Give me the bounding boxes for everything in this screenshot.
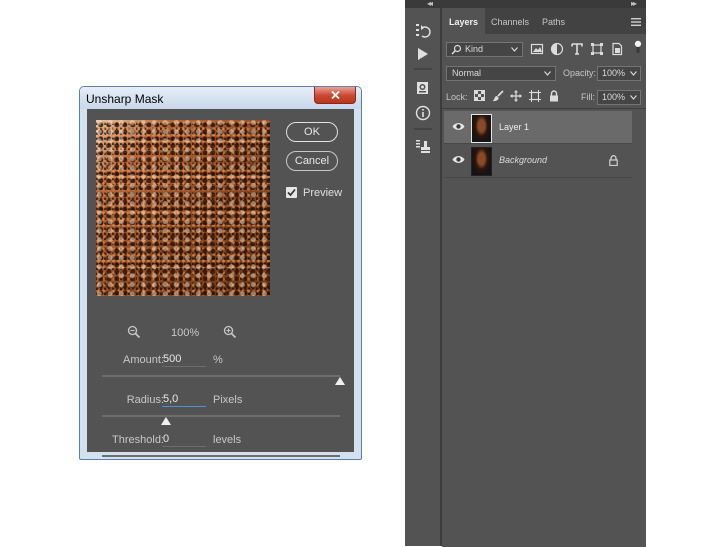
unsharp-mask-dialog: Unsharp Mask 100% OK Cancel Preview Amou… xyxy=(79,86,362,460)
tab-layers[interactable]: Layers xyxy=(442,8,486,34)
visibility-eye-icon[interactable] xyxy=(452,155,465,164)
panel-menu-icon[interactable] xyxy=(631,18,641,26)
radius-unit: Pixels xyxy=(213,394,243,406)
visibility-eye-icon[interactable] xyxy=(452,122,465,131)
amount-input[interactable]: 500 xyxy=(162,352,206,367)
photoshop-panel-dock: ◂◂ ▸▸ Layers Channels Paths Kind Normal … xyxy=(405,0,646,547)
panel-tabs: Layers Channels Paths xyxy=(442,8,646,34)
radius-input[interactable]: 5,0 xyxy=(162,392,206,407)
chevron-down-icon xyxy=(630,95,637,100)
zoom-level: 100% xyxy=(171,327,200,339)
collapse-right-icon[interactable]: ▸▸ xyxy=(631,0,637,8)
history-icon xyxy=(416,24,431,38)
filter-kind-select[interactable]: Kind xyxy=(446,42,523,57)
lock-artboard-icon[interactable] xyxy=(529,90,541,102)
zoom-in-icon[interactable] xyxy=(223,325,237,339)
tool-separator xyxy=(414,128,432,130)
threshold-slider-track[interactable] xyxy=(102,455,340,457)
amount-slider-thumb[interactable] xyxy=(335,377,345,385)
close-button[interactable] xyxy=(314,87,356,104)
preview-checkbox[interactable] xyxy=(286,187,297,198)
fill-label: Fill: xyxy=(581,92,595,102)
layer-name: Layer 1 xyxy=(499,122,530,132)
tab-paths[interactable]: Paths xyxy=(535,8,572,34)
filter-preview-image[interactable] xyxy=(96,120,270,296)
properties-icon xyxy=(417,82,428,94)
actions-tool[interactable] xyxy=(405,44,440,64)
smart-object-filter-icon[interactable] xyxy=(610,42,624,56)
chevron-down-icon xyxy=(544,71,551,76)
lock-label: Lock: xyxy=(446,92,468,102)
filter-toggle-icon[interactable] xyxy=(631,40,645,54)
zoom-out-icon[interactable] xyxy=(127,325,141,339)
lock-icon xyxy=(609,155,618,166)
shape-layer-filter-icon[interactable] xyxy=(590,42,604,56)
fill-value: 100% xyxy=(602,92,626,102)
clone-stamp-icon xyxy=(416,140,430,153)
tool-separator xyxy=(414,68,432,70)
layer-thumbnail xyxy=(471,114,492,143)
pixel-layer-filter-icon[interactable] xyxy=(530,42,544,56)
radius-row: Radius: 5,0 Pixels xyxy=(87,392,342,408)
tab-channels[interactable]: Channels xyxy=(484,8,536,34)
chevron-down-icon xyxy=(511,47,518,52)
dialog-title: Unsharp Mask xyxy=(86,92,164,106)
properties-tool[interactable] xyxy=(405,78,440,98)
amount-label: Amount: xyxy=(123,354,164,366)
play-icon xyxy=(418,48,428,60)
amount-slider-track[interactable] xyxy=(102,375,340,377)
info-icon xyxy=(415,105,431,121)
amount-unit: % xyxy=(213,354,223,366)
cancel-button[interactable]: Cancel xyxy=(286,151,338,171)
ok-button[interactable]: OK xyxy=(286,122,338,142)
opacity-label: Opacity: xyxy=(563,68,597,78)
radius-slider-track[interactable] xyxy=(102,415,340,417)
fill-input[interactable]: 100% xyxy=(597,90,641,105)
threshold-row: Threshold: 0 levels xyxy=(87,432,342,448)
filter-kind-value: Kind xyxy=(465,44,484,54)
radius-slider-thumb[interactable] xyxy=(161,417,172,425)
lock-position-icon[interactable] xyxy=(510,90,522,102)
dialog-body: 100% OK Cancel Preview Amount: 500 % Rad… xyxy=(87,109,354,459)
opacity-value: 100% xyxy=(602,68,626,78)
history-tool[interactable] xyxy=(405,21,440,41)
clone-source-tool[interactable] xyxy=(405,137,440,157)
lock-transparent-pixels-icon[interactable] xyxy=(474,90,485,101)
blend-mode-select[interactable]: Normal xyxy=(446,66,556,81)
preview-label: Preview xyxy=(303,187,343,199)
info-tool[interactable] xyxy=(405,103,440,123)
threshold-label: Threshold: xyxy=(112,434,164,446)
search-icon xyxy=(451,44,462,55)
threshold-unit: levels xyxy=(213,434,242,446)
amount-row: Amount: 500 % xyxy=(87,352,342,368)
layer-row-background[interactable]: Background xyxy=(444,144,632,176)
type-layer-filter-icon[interactable] xyxy=(570,42,584,56)
chevron-down-icon xyxy=(630,71,637,76)
checkmark-icon xyxy=(287,188,296,197)
dock-top-strip: ◂◂ ▸▸ xyxy=(405,0,646,8)
collapse-left-icon[interactable]: ◂◂ xyxy=(427,0,433,8)
opacity-input[interactable]: 100% xyxy=(597,66,641,81)
layer-row-layer-1[interactable]: Layer 1 xyxy=(444,111,632,143)
radius-label: Radius: xyxy=(126,394,164,406)
layer-thumbnail xyxy=(471,147,492,176)
lock-image-pixels-icon[interactable] xyxy=(492,90,504,102)
lock-all-icon[interactable] xyxy=(549,90,559,102)
threshold-slider-thumb[interactable] xyxy=(97,457,107,459)
zoom-controls: 100% xyxy=(127,325,247,341)
row-separator xyxy=(444,177,632,178)
close-icon xyxy=(331,91,340,99)
dialog-titlebar[interactable]: Unsharp Mask xyxy=(80,87,361,109)
threshold-input[interactable]: 0 xyxy=(162,432,206,447)
adjustment-layer-filter-icon[interactable] xyxy=(550,42,564,56)
blend-mode-value: Normal xyxy=(452,68,482,78)
layers-list: Layer 1 Background xyxy=(442,108,646,547)
layer-name: Background xyxy=(499,155,548,165)
